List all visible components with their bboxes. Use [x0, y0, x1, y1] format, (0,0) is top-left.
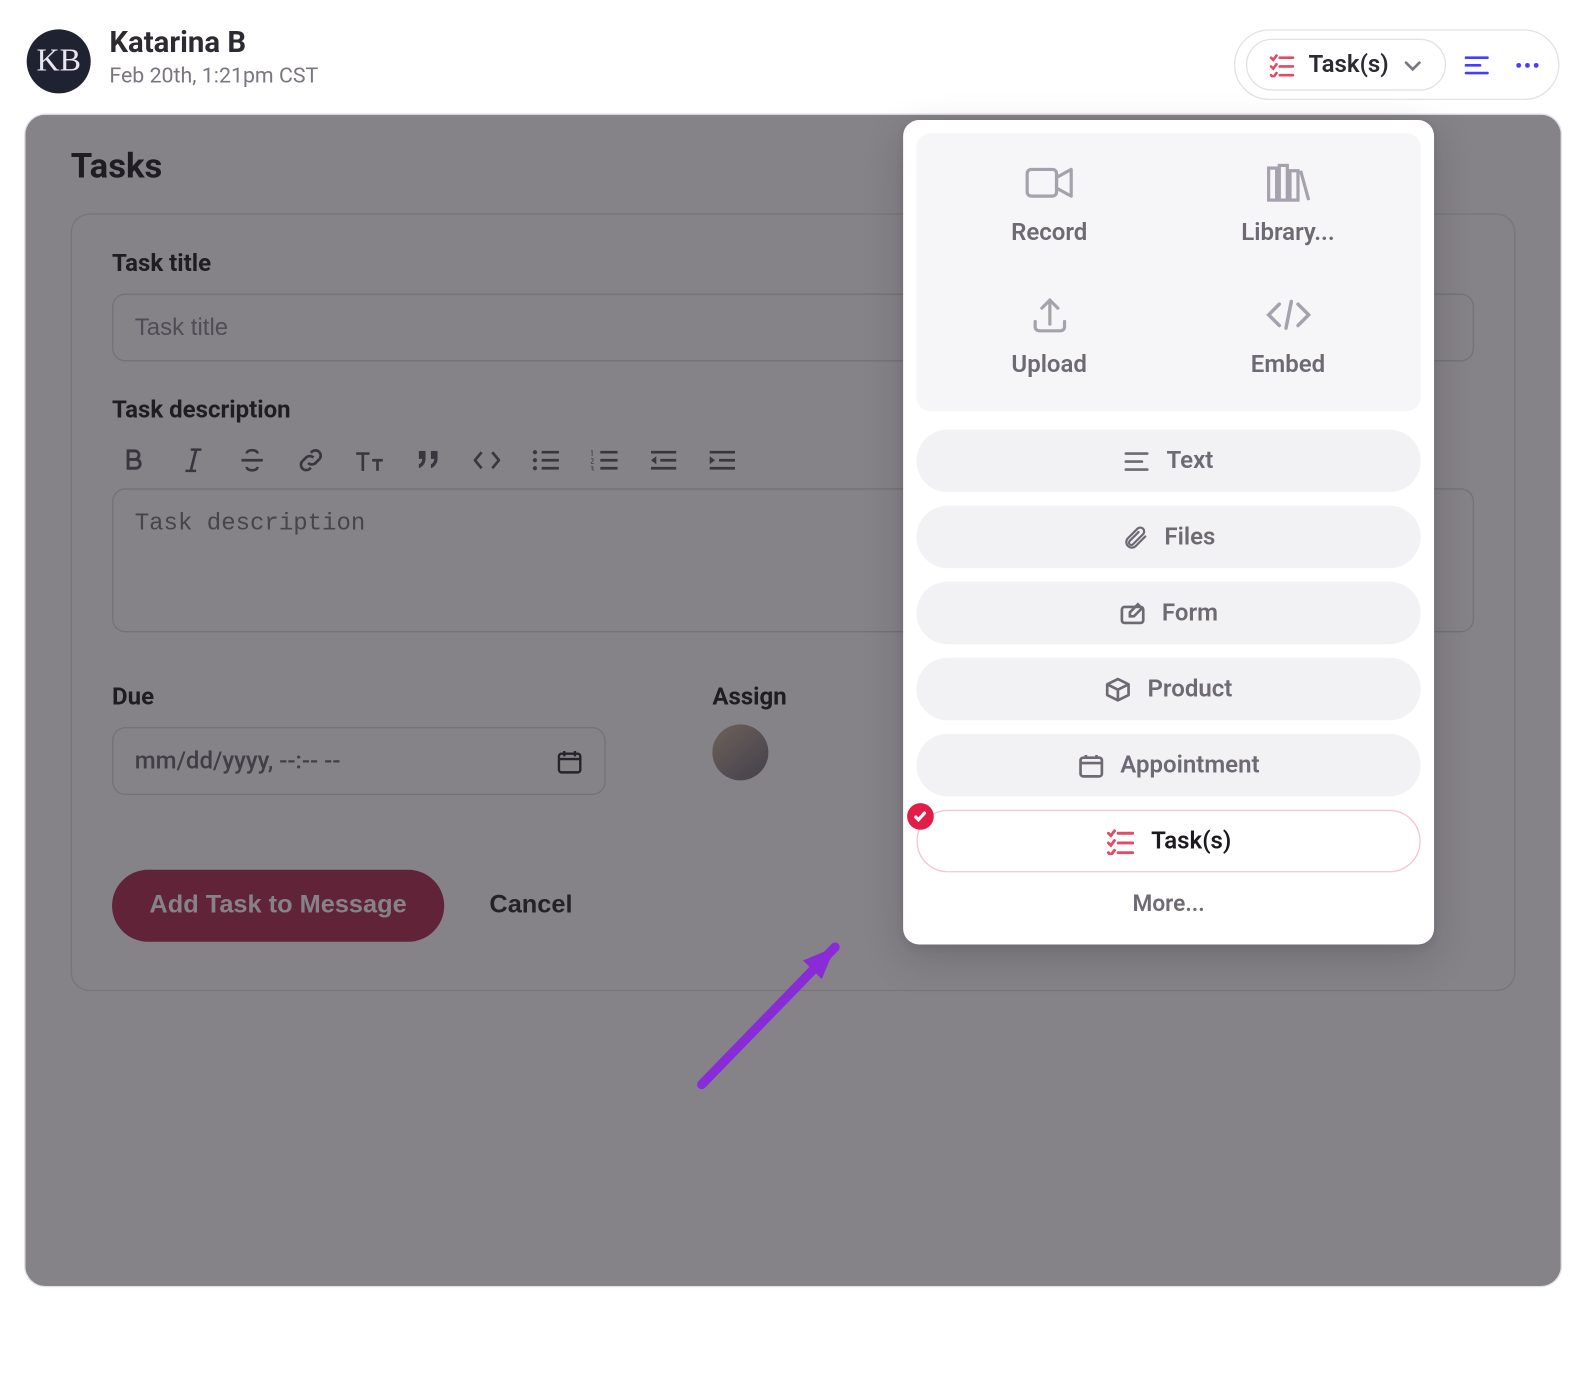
option-form[interactable]: Form [916, 582, 1420, 645]
option-tasks[interactable]: Task(s) [916, 810, 1420, 873]
upload-icon [1023, 292, 1076, 337]
selected-check-badge [907, 803, 934, 830]
align-button[interactable] [1457, 45, 1497, 85]
content-type-chip-label: Task(s) [1309, 51, 1389, 79]
content-type-dropdown: Record Library... Upload Embed [903, 120, 1434, 944]
header-controls: Task(s) [1234, 29, 1560, 100]
more-actions-button[interactable] [1507, 45, 1547, 85]
video-icon [1023, 160, 1076, 205]
message-header: KB Katarina B Feb 20th, 1:21pm CST Task(… [0, 0, 1586, 113]
chevron-down-icon [1402, 54, 1423, 75]
media-record[interactable]: Record [930, 160, 1169, 247]
option-product[interactable]: Product [916, 658, 1420, 721]
option-files[interactable]: Files [916, 506, 1420, 569]
media-upload[interactable]: Upload [930, 292, 1169, 379]
user-avatar[interactable]: KB [27, 29, 91, 93]
embed-icon [1261, 292, 1314, 337]
message-timestamp: Feb 20th, 1:21pm CST [109, 63, 318, 88]
more-options[interactable]: More... [916, 872, 1420, 925]
user-name: Katarina B [109, 27, 318, 60]
media-embed[interactable]: Embed [1169, 292, 1408, 379]
library-icon [1261, 160, 1314, 205]
option-text[interactable]: Text [916, 430, 1420, 493]
option-appointment[interactable]: Appointment [916, 734, 1420, 797]
tasks-list-icon [1269, 53, 1296, 77]
media-library[interactable]: Library... [1169, 160, 1408, 247]
content-type-chip[interactable]: Task(s) [1246, 39, 1446, 91]
media-grid: Record Library... Upload Embed [916, 133, 1420, 410]
